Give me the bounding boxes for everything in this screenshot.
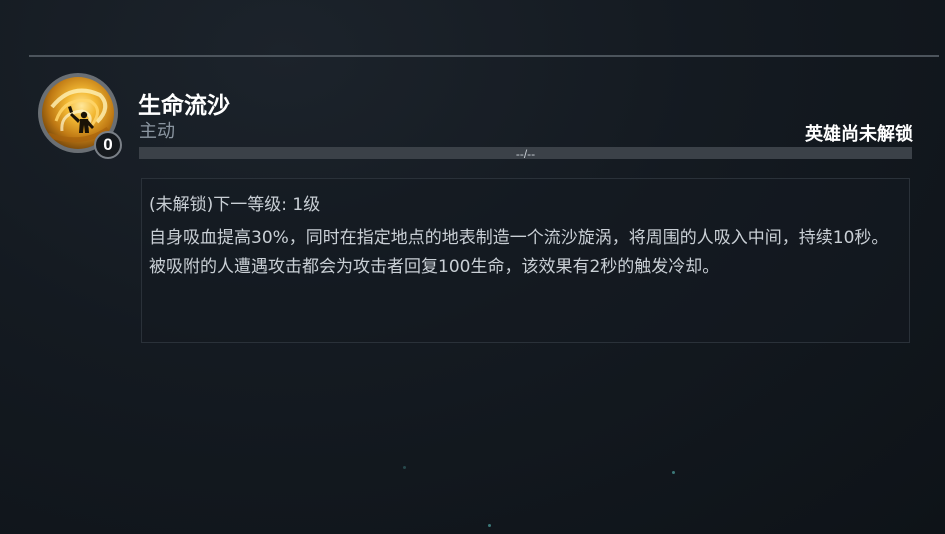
- sparkle-decoration: [672, 471, 675, 474]
- skill-description: 自身吸血提高30%，同时在指定地点的地表制造一个流沙旋涡，将周围的人吸入中间，持…: [149, 228, 889, 277]
- skill-progress-text: --/--: [515, 147, 536, 161]
- hero-lock-status: 英雄尚未解锁: [805, 124, 913, 145]
- sparkle-decoration: [488, 524, 491, 527]
- skill-level-badge: 0: [94, 131, 122, 159]
- skill-name: 生命流沙: [138, 93, 230, 119]
- next-level-label: (未解锁)下一等级: 1级: [149, 195, 321, 215]
- skill-description-panel: (未解锁)下一等级: 1级 自身吸血提高30%，同时在指定地点的地表制造一个流沙…: [141, 178, 910, 343]
- top-divider: [29, 55, 939, 57]
- skill-type: 主动: [139, 121, 175, 142]
- skill-progress-bar: --/--: [139, 147, 912, 161]
- sparkle-decoration: [403, 466, 406, 469]
